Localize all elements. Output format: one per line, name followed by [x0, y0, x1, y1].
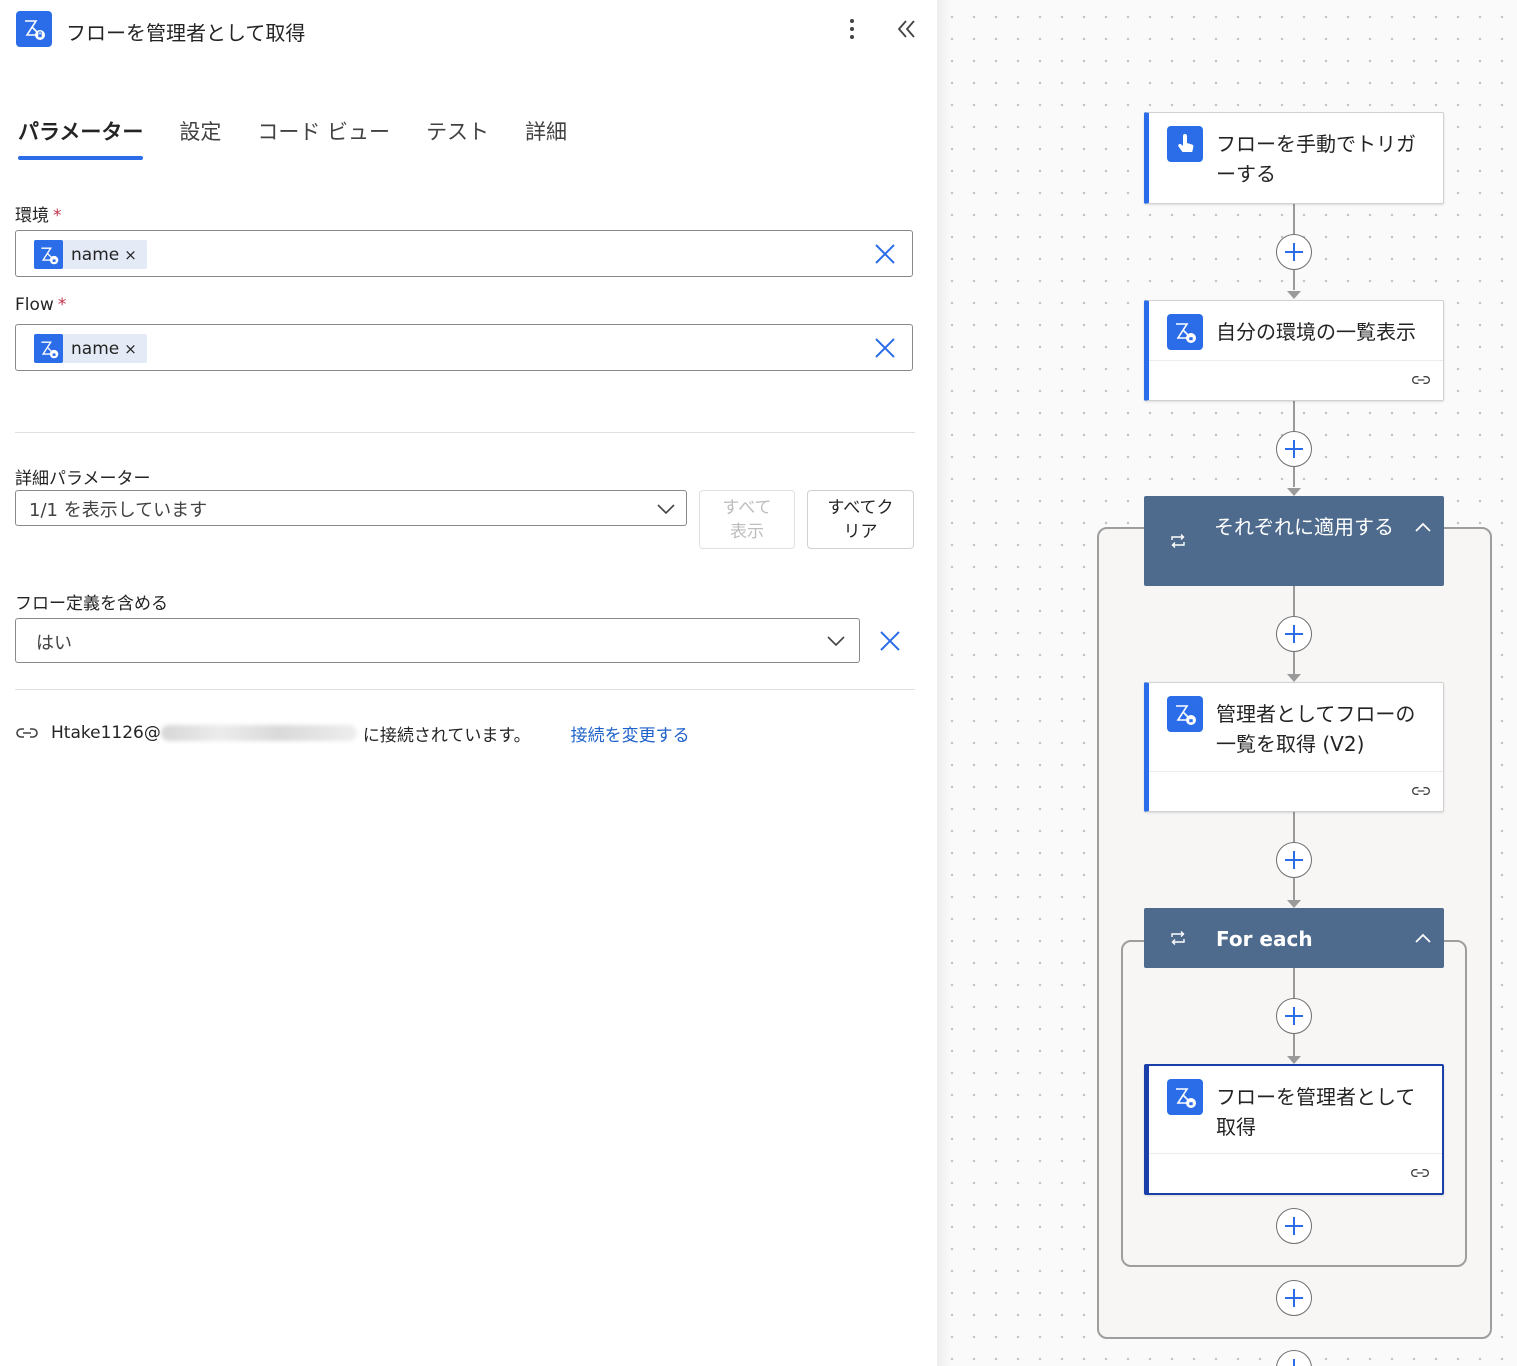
clear-icon[interactable]	[878, 629, 902, 653]
chevron-up-icon[interactable]	[1414, 521, 1432, 533]
add-step-button[interactable]	[1276, 1208, 1312, 1244]
environment-token: name ×	[34, 240, 147, 269]
list-flows-as-admin-node[interactable]: 管理者としてフローの一覧を取得 (V2)	[1144, 682, 1444, 812]
for-each-header[interactable]: For each	[1144, 908, 1444, 968]
link-icon	[1411, 1169, 1429, 1177]
tab-parameters[interactable]: パラメーター	[18, 112, 144, 160]
action-details-panel: フローを管理者として取得 パラメーター 設定 コード ビュー テスト 詳細 環境…	[0, 0, 937, 1366]
power-automate-admin-icon	[1167, 1079, 1203, 1115]
environment-label: 環境 *	[15, 206, 62, 226]
connector-arrow	[1287, 488, 1301, 496]
add-step-button[interactable]	[1276, 842, 1312, 878]
advanced-parameters-label: 詳細パラメーター	[15, 469, 151, 489]
power-automate-admin-icon	[34, 334, 63, 363]
include-definition-label: フロー定義を含める	[15, 594, 168, 614]
loop-icon	[1171, 534, 1185, 548]
link-icon	[1412, 376, 1430, 384]
remove-token-icon[interactable]: ×	[124, 340, 137, 358]
advanced-parameters-dropdown[interactable]: 1/1 を表示しています	[15, 490, 687, 526]
flow-input[interactable]: name ×	[15, 324, 913, 371]
tab-code-view[interactable]: コード ビュー	[257, 112, 390, 160]
redacted-email	[160, 725, 357, 741]
tab-test[interactable]: テスト	[426, 112, 489, 160]
connector-arrow	[1287, 1056, 1301, 1064]
divider	[15, 689, 915, 690]
touch-trigger-icon	[1167, 126, 1203, 162]
connector-line	[1293, 467, 1295, 487]
node-footer	[1149, 771, 1443, 811]
connector-line	[1293, 968, 1295, 998]
chevron-down-icon	[827, 636, 845, 647]
tab-details[interactable]: 詳細	[525, 112, 567, 160]
remove-token-icon[interactable]: ×	[124, 246, 137, 264]
add-step-button[interactable]	[1276, 234, 1312, 270]
add-step-button[interactable]	[1276, 431, 1312, 467]
change-connection-link[interactable]: 接続を変更する	[571, 721, 690, 746]
clear-all-button[interactable]: すべてク リア	[807, 490, 914, 549]
connector-line	[1293, 586, 1295, 616]
power-automate-admin-icon	[16, 11, 52, 47]
connection-status: に接続されています。	[362, 725, 531, 746]
more-options-icon[interactable]	[840, 14, 864, 44]
flow-token: name ×	[34, 334, 147, 363]
environment-input[interactable]: name ×	[15, 230, 913, 277]
node-footer	[1149, 1153, 1442, 1193]
trigger-node[interactable]: フローを手動でトリガーする	[1144, 112, 1444, 204]
connector-line	[1293, 204, 1295, 234]
connector-arrow	[1287, 291, 1301, 299]
connector-line	[1293, 652, 1295, 674]
clear-icon[interactable]	[873, 336, 897, 360]
connector-arrow	[1287, 674, 1301, 682]
get-flow-as-admin-node[interactable]: フローを管理者として取得	[1144, 1064, 1444, 1195]
divider	[15, 432, 915, 433]
loop-icon	[1171, 931, 1185, 945]
link-icon	[16, 728, 38, 738]
connector-arrow	[1287, 900, 1301, 908]
node-footer	[1149, 360, 1443, 400]
connector-line	[1293, 401, 1295, 431]
tab-settings[interactable]: 設定	[179, 112, 221, 160]
power-automate-admin-icon	[34, 240, 63, 269]
add-step-button[interactable]	[1276, 998, 1312, 1034]
connection-account: Htake1126@	[51, 723, 161, 743]
panel-shadow	[937, 0, 951, 1366]
connector-line	[1293, 878, 1295, 900]
connector-line	[1293, 1034, 1295, 1056]
power-automate-admin-icon	[1167, 696, 1203, 732]
tab-bar: パラメーター 設定 コード ビュー テスト 詳細	[18, 112, 603, 162]
link-icon	[1412, 787, 1430, 795]
power-automate-admin-icon	[1167, 314, 1203, 350]
connection-info: Htake1126@ に接続されています。 接続を変更する	[15, 720, 690, 746]
clear-icon[interactable]	[873, 242, 897, 266]
list-environments-node[interactable]: 自分の環境の一覧表示	[1144, 300, 1444, 401]
show-all-button[interactable]: すべて 表示	[699, 490, 795, 549]
add-step-button[interactable]	[1276, 616, 1312, 652]
apply-to-each-header[interactable]: それぞれに適用する	[1144, 496, 1444, 586]
connector-line	[1293, 270, 1295, 290]
include-definition-dropdown[interactable]: はい	[15, 618, 860, 663]
add-step-button[interactable]	[1276, 1280, 1312, 1316]
collapse-panel-icon[interactable]	[892, 14, 922, 44]
connector-line	[1293, 812, 1295, 842]
flow-label: Flow *	[15, 295, 67, 315]
chevron-down-icon	[657, 504, 675, 515]
chevron-up-icon[interactable]	[1414, 932, 1432, 944]
panel-title: フローを管理者として取得	[66, 21, 306, 45]
